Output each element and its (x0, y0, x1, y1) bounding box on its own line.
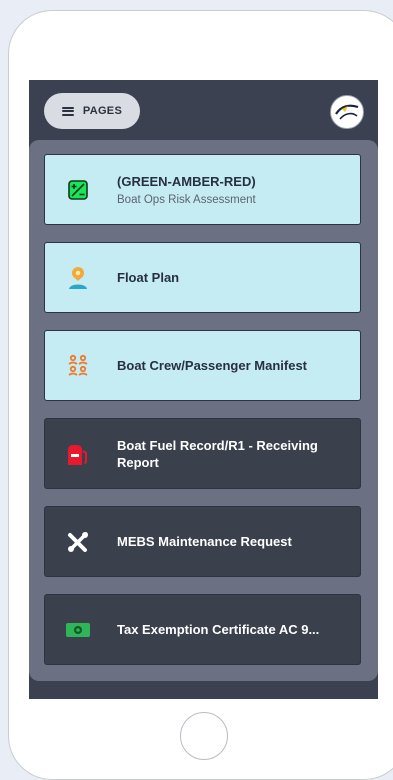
location-person-icon (65, 265, 91, 291)
card-title: Boat Fuel Record/R1 - Receiving Report (117, 437, 318, 470)
pages-panel: (GREEN-AMBER-RED) Boat Ops Risk Assessme… (29, 140, 378, 681)
card-title: Float Plan (117, 270, 180, 285)
fuel-pump-icon (65, 441, 91, 467)
card-title: Boat Crew/Passenger Manifest (117, 358, 308, 373)
top-bar: PAGES (29, 80, 378, 140)
page-card-fuel-record[interactable]: Boat Fuel Record/R1 - Receiving Report (44, 418, 361, 489)
page-card-risk-assessment[interactable]: (GREEN-AMBER-RED) Boat Ops Risk Assessme… (44, 154, 361, 225)
page-card-float-plan[interactable]: Float Plan (44, 242, 361, 313)
money-icon (65, 617, 91, 643)
hamburger-icon (61, 106, 74, 116)
tools-icon (65, 529, 91, 555)
card-title: Tax Exemption Certificate AC 9... (117, 622, 320, 637)
page-card-crew-manifest[interactable]: Boat Crew/Passenger Manifest (44, 330, 361, 401)
risk-assessment-icon (65, 177, 91, 203)
app-screen: PAGES (GREEN-AMBER-RED) Boat Ops Risk As… (29, 80, 378, 699)
logo-icon (335, 104, 359, 120)
pages-menu-label: PAGES (82, 105, 123, 117)
organization-logo[interactable] (330, 95, 364, 129)
card-title: MEBS Maintenance Request (117, 534, 292, 549)
home-button[interactable] (180, 712, 228, 760)
crew-group-icon (65, 353, 91, 379)
card-title: (GREEN-AMBER-RED) (117, 174, 256, 189)
page-card-maintenance-request[interactable]: MEBS Maintenance Request (44, 506, 361, 577)
page-card-tax-exemption[interactable]: Tax Exemption Certificate AC 9... (44, 594, 361, 665)
pages-menu-button[interactable]: PAGES (44, 93, 140, 129)
card-subtitle: Boat Ops Risk Assessment (117, 194, 256, 206)
